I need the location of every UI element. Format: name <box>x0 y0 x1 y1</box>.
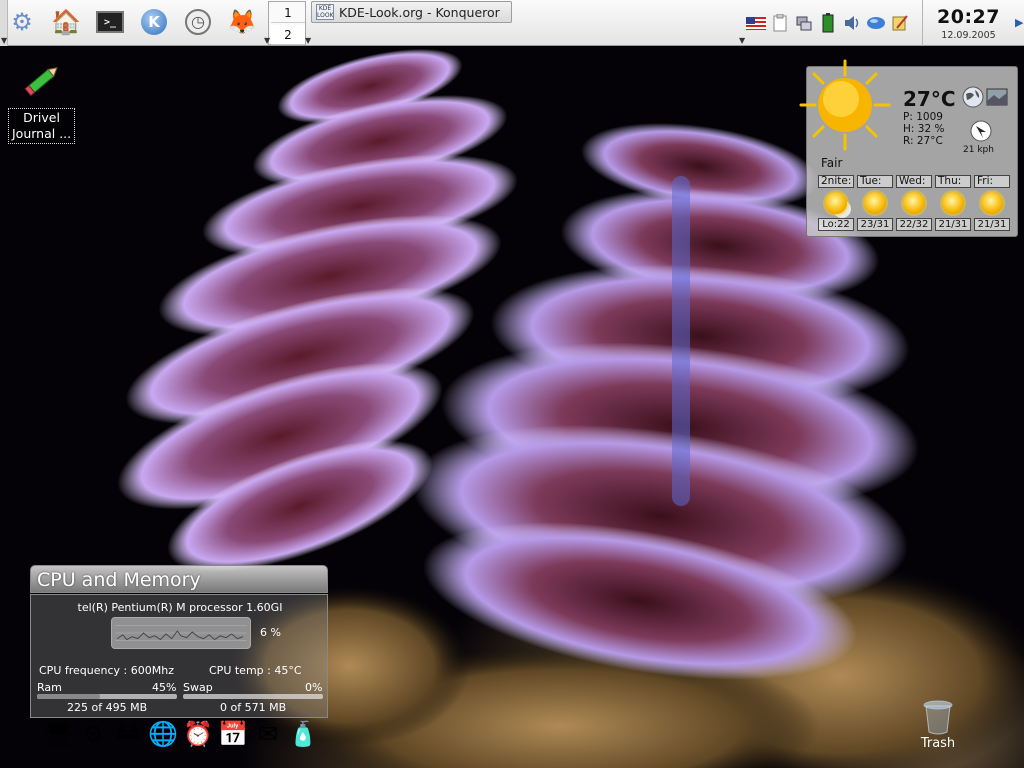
forecast-day-label: 2nite: <box>818 175 854 188</box>
forecast-day: Fri: 21/31 <box>974 175 1010 231</box>
terminal-icon[interactable]: >_ <box>92 4 128 40</box>
harddisk-icon[interactable]: 🖴 <box>112 716 144 752</box>
pencil-icon <box>23 67 58 97</box>
system-icon[interactable]: ⚙ <box>77 716 109 752</box>
notes-icon[interactable] <box>889 12 910 34</box>
system-tray <box>745 10 910 36</box>
forecast-day: Wed: 22/32 <box>896 175 932 231</box>
sunny-icon <box>935 188 971 218</box>
weather-forecast: 2nite: Lo:22 Tue: 23/31 Wed: 22/32 Thu: 21/31 Fr… <box>818 175 1010 231</box>
desktop-1-button[interactable]: 1 <box>271 3 305 23</box>
drivel-journal-label: Drivel Journal ... <box>8 108 76 144</box>
sunny-icon <box>896 188 932 218</box>
forecast-temperature: Lo:22 <box>818 218 854 231</box>
keyboard-layout-flag-icon[interactable] <box>745 12 766 34</box>
computer-icon[interactable]: 🖥 <box>42 716 74 752</box>
ram-percent: 45% <box>152 681 177 694</box>
calendar-icon[interactable]: 📅 <box>217 716 249 752</box>
sunny-icon <box>974 188 1010 218</box>
trash-can-icon <box>923 700 953 735</box>
sunny-weather-icon <box>799 59 891 151</box>
globe-icon[interactable] <box>962 86 984 108</box>
ram-label: Ram <box>37 681 62 694</box>
systray-arrow-icon[interactable]: ▼ <box>739 36 745 45</box>
ram-detail: 225 of 495 MB <box>67 701 148 714</box>
sunny-icon <box>857 188 893 218</box>
volume-icon[interactable] <box>841 12 862 34</box>
drivel-label-line-2: Journal ... <box>12 126 72 141</box>
weather-wind-speed: 21 kph <box>963 145 994 155</box>
cpu-usage-graph <box>111 617 251 649</box>
clipboard-icon[interactable] <box>769 12 790 34</box>
forecast-day: 2nite: Lo:22 <box>818 175 854 231</box>
weather-temperature: 27°C <box>903 87 956 111</box>
clock-date: 12.09.2005 <box>941 30 996 41</box>
konqueror-icon[interactable]: K <box>136 4 172 40</box>
network-icon[interactable] <box>793 12 814 34</box>
forecast-day: Thu: 21/31 <box>935 175 971 231</box>
swap-bar <box>183 694 323 699</box>
forecast-temperature: 22/32 <box>896 218 932 231</box>
forecast-temperature: 23/31 <box>857 218 893 231</box>
panel-expand-arrow-icon[interactable]: ▶ <box>1015 16 1023 29</box>
cpu-usage-percent: 6 % <box>260 626 281 639</box>
processor-name: tel(R) Pentium(R) M processor 1.60GI <box>77 601 283 614</box>
forecast-day: Tue: 23/31 <box>857 175 893 231</box>
ram-bar <box>37 694 177 699</box>
map-picture-icon[interactable] <box>986 87 1008 107</box>
taskbar-window-title: KDE-Look.org - Konqueror <box>339 4 500 20</box>
trash-desktop-icon[interactable]: Trash <box>912 696 964 751</box>
forecast-day-label: Tue: <box>857 175 893 188</box>
kicker-panel: ▼ ⚙ 🏠 >_ K ◷ 🦊 1 2 ▼ ▼ KDE LOOK KDE-Look.org … <box>0 0 1024 46</box>
firefox-icon[interactable]: 🦊 <box>224 4 260 40</box>
wireless-icon[interactable] <box>865 12 886 34</box>
desktop-pager: 1 2 <box>268 1 306 45</box>
weather-condition: Fair <box>821 156 843 170</box>
package-icon[interactable]: 🧴 <box>287 716 319 752</box>
partly-cloudy-night-icon <box>818 188 854 218</box>
swap-percent: 0% <box>305 681 323 694</box>
cpu-temperature: CPU temp : 45°C <box>209 664 302 677</box>
mail-icon[interactable]: ✉ <box>252 716 284 752</box>
drivel-label-line-1: Drivel <box>23 110 60 125</box>
ram-bar-fill <box>37 694 100 699</box>
trash-label: Trash <box>920 736 956 751</box>
clock-time: 20:27 <box>937 6 1000 28</box>
clock-settings-icon[interactable]: ◷ <box>180 4 216 40</box>
panel-clock[interactable]: 20:27 12.09.2005 <box>922 0 1014 46</box>
forecast-temperature: 21/31 <box>974 218 1010 231</box>
cpu-memory-widget: tel(R) Pentium(R) M processor 1.60GI 6 %… <box>30 594 328 718</box>
forecast-day-label: Fri: <box>974 175 1010 188</box>
desktop-2-button[interactable]: 2 <box>271 25 305 45</box>
cpu-memory-widget-header[interactable]: CPU and Memory <box>30 565 328 593</box>
weather-widget[interactable]: 27°C P: 1009 H: 32 % R: 27°C Fair 21 kph… <box>799 59 1018 237</box>
swap-label: Swap <box>183 681 213 694</box>
quick-launch-dock: 🖥 ⚙ 🖴 🌐 ⏰ 📅 ✉ 🧴 <box>42 716 319 756</box>
cpu-widget-title: CPU and Memory <box>37 569 201 591</box>
kde-menu-icon[interactable]: ⚙ <box>4 4 40 40</box>
taskbar-arrow-icon[interactable]: ▼ <box>305 36 311 45</box>
cpu-frequency: CPU frequency : 600Mhz <box>39 664 174 677</box>
weather-humidity: H: 32 % <box>903 123 945 135</box>
home-folder-icon[interactable]: 🏠 <box>48 4 84 40</box>
battery-icon[interactable] <box>817 12 838 34</box>
forecast-day-label: Wed: <box>896 175 932 188</box>
forecast-day-label: Thu: <box>935 175 971 188</box>
network-globe-icon[interactable]: 🌐 <box>147 716 179 752</box>
drivel-journal-desktop-icon[interactable]: Drivel Journal ... <box>8 62 76 144</box>
taskbar-konqueror-button[interactable]: KDE LOOK KDE-Look.org - Konqueror <box>311 1 512 23</box>
forecast-temperature: 21/31 <box>935 218 971 231</box>
wind-direction-icon <box>970 120 992 142</box>
pager-arrow-icon[interactable]: ▼ <box>264 36 270 45</box>
weather-pressure: P: 1009 <box>903 111 943 123</box>
alarm-clock-icon[interactable]: ⏰ <box>182 716 214 752</box>
kde-look-icon: KDE LOOK <box>316 4 334 20</box>
weather-real-feel: R: 27°C <box>903 135 943 147</box>
swap-detail: 0 of 571 MB <box>220 701 287 714</box>
